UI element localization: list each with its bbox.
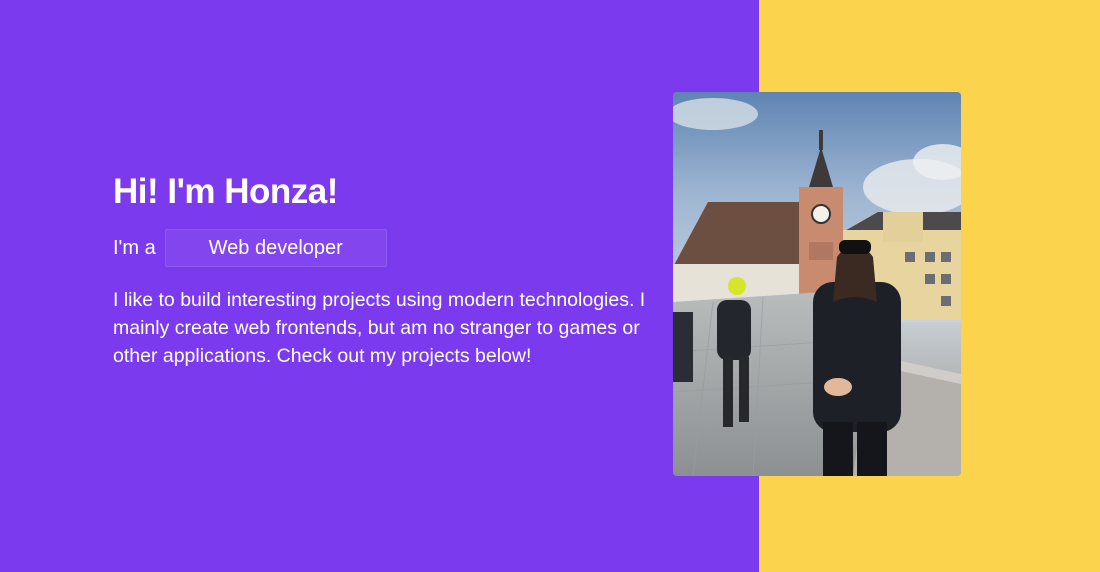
role-typewriter: Web developer: [164, 229, 387, 267]
profile-photo: [673, 92, 961, 476]
hero-intro: Hi! I'm Honza! I'm a Web developer I lik…: [113, 170, 653, 390]
hero-bio: I like to build interesting projects usi…: [113, 289, 646, 367]
hero-heading: Hi! I'm Honza!: [113, 172, 338, 211]
role-line: I'm a Web developer: [113, 228, 653, 268]
role-prefix: I'm a: [113, 236, 156, 259]
